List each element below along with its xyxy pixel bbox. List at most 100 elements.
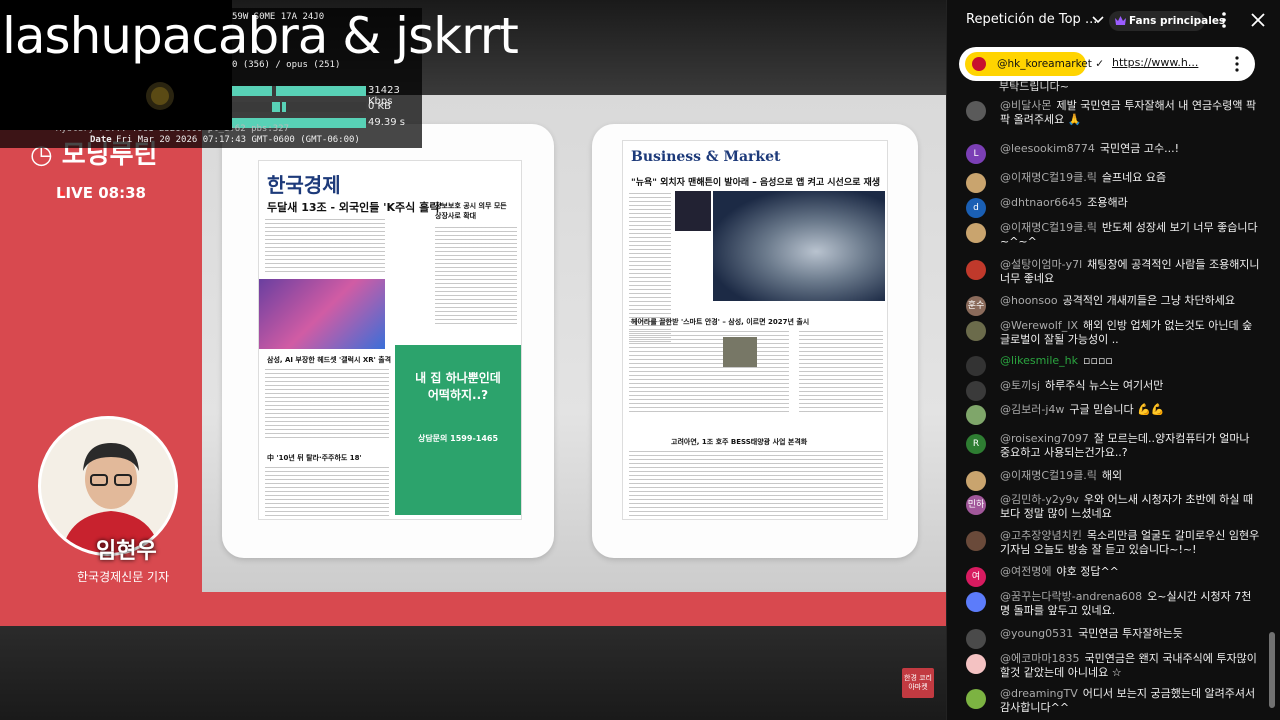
- newspaper-masthead: 한국경제: [267, 173, 341, 197]
- chat-author[interactable]: @dhtnaor6645: [1000, 196, 1082, 209]
- pinned-author-badge[interactable]: @hk_koreamarket ✓: [965, 52, 1104, 76]
- chat-author[interactable]: @이재명C컬19클.릭: [1000, 221, 1097, 234]
- chat-message-body: @hoonsoo 공격적인 개새끼들은 그냥 차단하세요: [1000, 294, 1260, 308]
- video-player[interactable]: ◷ 모닝루틴 LIVE 08:38 한국경제 두달새 13조 - 외국인들 'K…: [0, 0, 946, 720]
- avatar[interactable]: 민하: [966, 495, 986, 515]
- top-fans-label: Fans principales: [1129, 15, 1226, 27]
- close-icon[interactable]: [1249, 11, 1267, 29]
- newspaper-card-right: Business & Market "뉴욕" 외치자 맨해튼이 발아래 – 음성…: [592, 124, 918, 558]
- top-fans-button[interactable]: Fans principales: [1109, 11, 1225, 31]
- stream-overlay-title: lashupacabra & jskrrt: [2, 7, 519, 65]
- screen: ◷ 모닝루틴 LIVE 08:38 한국경제 두달새 13조 - 외국인들 'K…: [0, 0, 1280, 720]
- chat-author[interactable]: @hoonsoo: [1000, 294, 1058, 307]
- buffer-health: 49.39 s: [368, 117, 406, 128]
- chat-text: 구글 믿습니다 💪💪: [1069, 403, 1165, 416]
- chat-author[interactable]: @roisexing7097: [1000, 432, 1089, 445]
- avatar[interactable]: [966, 321, 986, 341]
- live-chat-panel: Repetición de Top ... Fans principales @…: [946, 0, 1280, 720]
- avatar[interactable]: [966, 654, 986, 674]
- chat-author[interactable]: @토끼sj: [1000, 379, 1040, 392]
- chat-text: 조용해라: [1087, 196, 1128, 209]
- chat-text: 야호 정답^^: [1056, 565, 1119, 578]
- newspaper-page-left: 한국경제 두달새 13조 - 외국인들 'K주식 홀릭' 정보보호 공시 의무 …: [258, 160, 522, 520]
- avatar[interactable]: [966, 356, 986, 376]
- chat-message-body: @비달사몬 제발 국민연금 투자잘해서 내 연금수령액 팍팍 올려주세요 🙏: [1000, 99, 1260, 127]
- avatar[interactable]: [966, 223, 986, 243]
- newspaper-headline: "뉴욕" 외치자 맨해튼이 발아래 – 음성으로 앱 켜고 시선으로 재생: [631, 178, 881, 188]
- chat-text: 국민연금 투자잘하는듯: [1078, 627, 1183, 640]
- avatar[interactable]: [966, 173, 986, 193]
- more-options-icon[interactable]: [1215, 11, 1233, 29]
- network-activity-bar: [232, 102, 366, 112]
- newspaper-subhead: 정보보호 공시 의무 모든 상장사로 확대: [435, 202, 507, 220]
- crown-icon: [1115, 16, 1126, 25]
- chat-author[interactable]: @에코마마1835: [1000, 652, 1079, 665]
- portrait-photo: [723, 337, 757, 367]
- avatar[interactable]: d: [966, 198, 986, 218]
- avatar[interactable]: [966, 381, 986, 401]
- avatar[interactable]: L: [966, 144, 986, 164]
- article-text: [265, 219, 385, 275]
- chat-author[interactable]: @꿈꾸는다락방-andrena608: [1000, 590, 1142, 603]
- chat-message-body: @likesmile_hk ▫▫▫▫: [1000, 354, 1260, 368]
- channel-corner-logo: 한경 코리아마켓: [902, 668, 934, 698]
- avatar[interactable]: [966, 405, 986, 425]
- chat-message-body: @이재명C컬19클.릭 슬프네요 요즘: [1000, 171, 1260, 185]
- chat-message-body: @설탕이엄마-y7l 채팅창에 공격적인 사람들 조용해지니 너무 좋네요: [1000, 258, 1260, 286]
- chevron-down-icon[interactable]: [1091, 14, 1105, 26]
- chat-author[interactable]: @고추장양념치킨: [1000, 529, 1082, 542]
- chat-author[interactable]: @설탕이엄마-y7l: [1000, 258, 1082, 271]
- avatar[interactable]: [966, 531, 986, 551]
- ad-line-1: 내 집 하나뿐인데: [415, 371, 501, 385]
- chat-message-body: @김보러-j4w 구글 믿습니다 💪💪: [1000, 403, 1260, 417]
- avatar[interactable]: [966, 101, 986, 121]
- chat-author[interactable]: @young0531: [1000, 627, 1073, 640]
- chat-message-body: @leesookim8774 국민연금 고수...!: [1000, 142, 1260, 156]
- chat-message-body: @토끼sj 하루주식 뉴스는 여기서만: [1000, 379, 1260, 393]
- pinned-author: @hk_koreamarket: [997, 58, 1092, 70]
- chat-text: ▫▫▫▫: [1083, 354, 1113, 367]
- chat-header: Repetición de Top ... Fans principales: [947, 0, 1280, 40]
- newspaper-masthead: Business & Market: [631, 149, 781, 165]
- more-options-icon[interactable]: [1231, 55, 1243, 73]
- chat-author[interactable]: @이재명C컬19클.릭: [1000, 171, 1097, 184]
- chat-author[interactable]: @Werewolf_IX: [1000, 319, 1078, 332]
- chat-author[interactable]: @이재명C컬19클.릭: [1000, 469, 1097, 482]
- chat-author[interactable]: @leesookim8774: [1000, 142, 1095, 155]
- avatar[interactable]: 여: [966, 567, 986, 587]
- avatar[interactable]: [966, 629, 986, 649]
- avatar[interactable]: 훈수: [966, 296, 986, 316]
- chat-author[interactable]: @dreamingTV: [1000, 687, 1078, 700]
- chat-message-body: @roisexing7097 잘 모르는데..양자컴퓨터가 얼마나 중요하고 사용…: [1000, 432, 1260, 460]
- studio-red-band: [0, 592, 946, 626]
- verified-check-icon: ✓: [1095, 58, 1105, 70]
- pinned-message[interactable]: @hk_koreamarket ✓ https://www.h...: [959, 47, 1255, 81]
- chat-author[interactable]: @김보러-j4w: [1000, 403, 1064, 416]
- chat-author[interactable]: @여전명에: [1000, 565, 1051, 578]
- avatar[interactable]: [966, 592, 986, 612]
- chat-mode-title[interactable]: Repetición de Top ...: [966, 12, 1097, 27]
- host-role: 한국경제신문 기자: [77, 570, 170, 584]
- avatar[interactable]: [966, 689, 986, 709]
- date-label: Date: [90, 135, 112, 145]
- advertisement: 내 집 하나뿐인데 어떡하지..? 상담문의 1599-1465: [395, 345, 521, 515]
- newspaper-card-left: 한국경제 두달새 13조 - 외국인들 'K주식 홀릭' 정보보호 공시 의무 …: [222, 124, 554, 558]
- chat-message-body: @여전명에 야호 정답^^: [1000, 565, 1260, 579]
- chat-message-list[interactable]: @비달사몬 제발 국민연금 투자잘해서 내 연금수령액 팍팍 올려주세요 🙏 L @l…: [947, 97, 1269, 720]
- chat-author[interactable]: @비달사몬: [1000, 99, 1051, 112]
- host-name: 임현우: [96, 539, 157, 564]
- chat-author[interactable]: @likesmile_hk: [1000, 354, 1078, 367]
- vr-headset-photo: [713, 191, 885, 301]
- chat-scrollbar[interactable]: [1269, 632, 1275, 708]
- pinned-link[interactable]: https://www.h...: [1112, 56, 1198, 69]
- chat-text: 슬프네요 요즘: [1101, 171, 1167, 184]
- article-text: [265, 369, 389, 439]
- avatar[interactable]: [966, 471, 986, 491]
- avatar[interactable]: [966, 260, 986, 280]
- avatar[interactable]: R: [966, 434, 986, 454]
- chat-author[interactable]: @김민하-y2y9v: [1000, 493, 1079, 506]
- photo-caption: 삼성, AI 부장한 헤드셋 '갤럭시 XR' 출격: [267, 356, 392, 364]
- chat-message-body: @이재명C컬19클.릭 해외: [1000, 469, 1260, 483]
- headset-photo: [259, 279, 385, 349]
- chat-message-body: @dreamingTV 어디서 보는지 궁금했는데 알려주셔서 감사합니다^^: [1000, 687, 1260, 715]
